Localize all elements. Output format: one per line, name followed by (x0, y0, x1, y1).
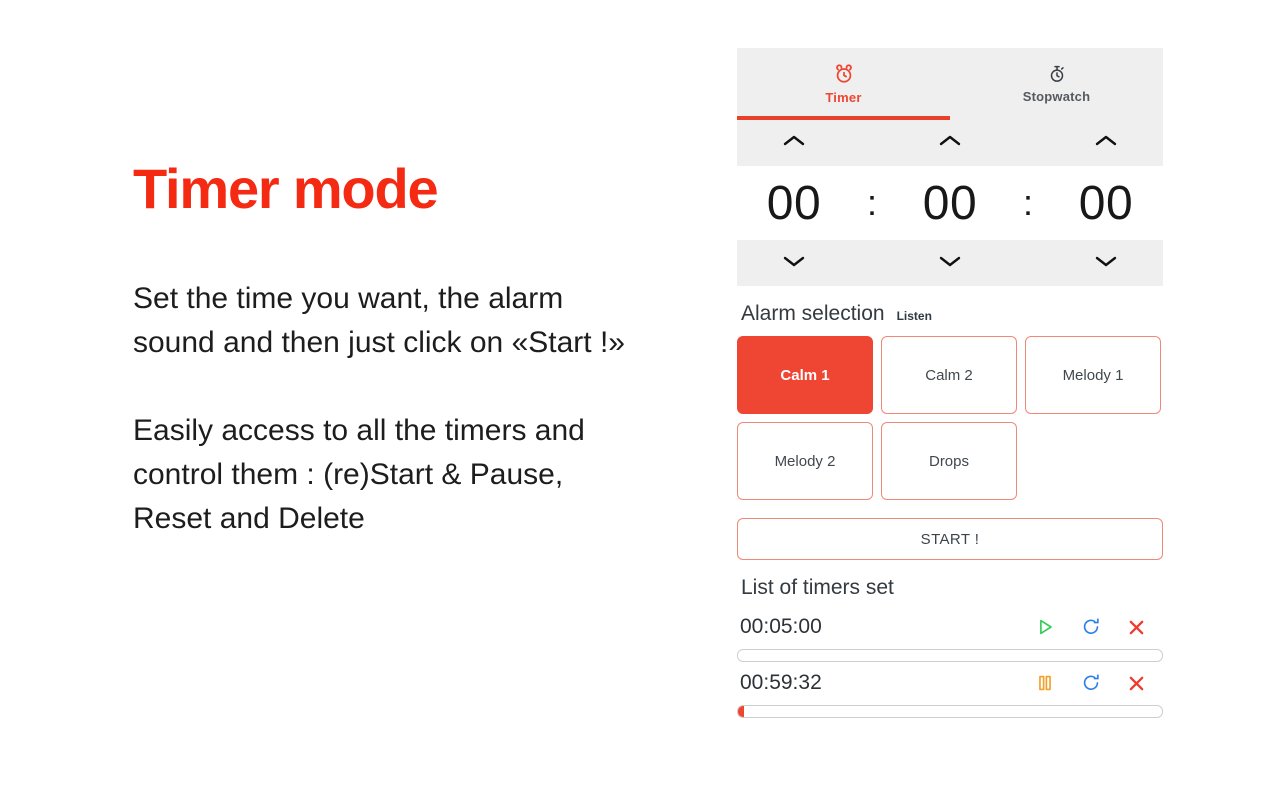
timer-list-item: 00:59:32 (737, 662, 1163, 718)
timer-item-header: 00:05:00 (737, 612, 1163, 642)
alarm-selection-title: Alarm selection (741, 302, 885, 325)
tab-timer-label: Timer (825, 90, 862, 105)
stopwatch-icon (1047, 64, 1067, 84)
chevron-down-icon (781, 253, 807, 274)
alarm-selection-header: Alarm selection Listen (737, 286, 1163, 336)
minutes-value[interactable]: 00 (893, 176, 1007, 231)
tab-stopwatch[interactable]: Stopwatch (950, 48, 1163, 120)
reset-icon[interactable] (1080, 672, 1102, 694)
minutes-decrement-button[interactable] (893, 240, 1007, 286)
chevron-up-icon (937, 133, 963, 154)
page-title: Timer mode (133, 157, 439, 220)
picker-separator-spacer-4 (1007, 240, 1049, 286)
timer-item-progress-bar[interactable] (737, 649, 1163, 662)
timer-item-header: 00:59:32 (737, 668, 1163, 698)
play-icon[interactable] (1034, 616, 1056, 638)
time-increment-row (737, 120, 1163, 166)
alarm-option-drops[interactable]: Drops (881, 422, 1017, 500)
description-paragraph-2: Easily access to all the timers and cont… (133, 413, 585, 536)
timer-list-title: List of timers set (741, 576, 894, 599)
chevron-up-icon (781, 133, 807, 154)
reset-icon[interactable] (1080, 616, 1102, 638)
timer-item-progress-bar[interactable] (737, 705, 1163, 718)
seconds-value[interactable]: 00 (1049, 176, 1163, 231)
timer-list-item: 00:05:00 (737, 606, 1163, 662)
time-separator-2: : (1022, 182, 1033, 223)
description-paragraph-1: Set the time you want, the alarm sound a… (133, 281, 625, 359)
chevron-down-icon (1093, 253, 1119, 274)
minutes-increment-button[interactable] (893, 120, 1007, 166)
picker-separator-spacer-1 (851, 120, 893, 166)
alarm-option-melody-2[interactable]: Melody 2 (737, 422, 873, 500)
close-icon[interactable] (1126, 617, 1147, 638)
start-button[interactable]: START ! (737, 518, 1163, 560)
close-icon[interactable] (1126, 673, 1147, 694)
active-tab-indicator (737, 116, 950, 120)
timer-item-actions (1034, 616, 1163, 638)
chevron-down-icon (937, 253, 963, 274)
alarm-option-calm-1[interactable]: Calm 1 (737, 336, 873, 414)
time-decrement-row (737, 240, 1163, 286)
time-separator-1: : (866, 182, 877, 223)
tab-timer[interactable]: Timer (737, 48, 950, 120)
hours-value[interactable]: 00 (737, 176, 851, 231)
alarm-clock-icon (833, 63, 855, 85)
alarm-options-grid: Calm 1 Calm 2 Melody 1 Melody 2 Drops (737, 336, 1163, 500)
pause-icon[interactable] (1034, 672, 1056, 694)
slide-page: Timer mode Set the time you want, the al… (0, 0, 1280, 800)
timer-item-progress-fill (738, 706, 745, 717)
chevron-up-icon (1093, 133, 1119, 154)
picker-separator-spacer-3 (851, 240, 893, 286)
seconds-increment-button[interactable] (1049, 120, 1163, 166)
alarm-option-melody-1[interactable]: Melody 1 (1025, 336, 1161, 414)
tab-stopwatch-label: Stopwatch (1022, 89, 1091, 104)
app-screen: Timer Stopwatch 00: 00: 00 Alarm selec… (737, 48, 1163, 718)
picker-separator-spacer-2 (1007, 120, 1049, 166)
hours-decrement-button[interactable] (737, 240, 851, 286)
timer-item-actions (1034, 672, 1163, 694)
listen-label[interactable]: Listen (897, 309, 932, 323)
hours-increment-button[interactable] (737, 120, 851, 166)
alarm-option-calm-2[interactable]: Calm 2 (881, 336, 1017, 414)
timer-item-time: 00:05:00 (740, 615, 822, 638)
timer-item-time: 00:59:32 (740, 671, 822, 694)
seconds-decrement-button[interactable] (1049, 240, 1163, 286)
time-display-row: 00 : 00 : 00 (737, 166, 1163, 240)
slide-text-column: Timer mode Set the time you want, the al… (133, 157, 693, 541)
tab-bar: Timer Stopwatch (737, 48, 1163, 120)
